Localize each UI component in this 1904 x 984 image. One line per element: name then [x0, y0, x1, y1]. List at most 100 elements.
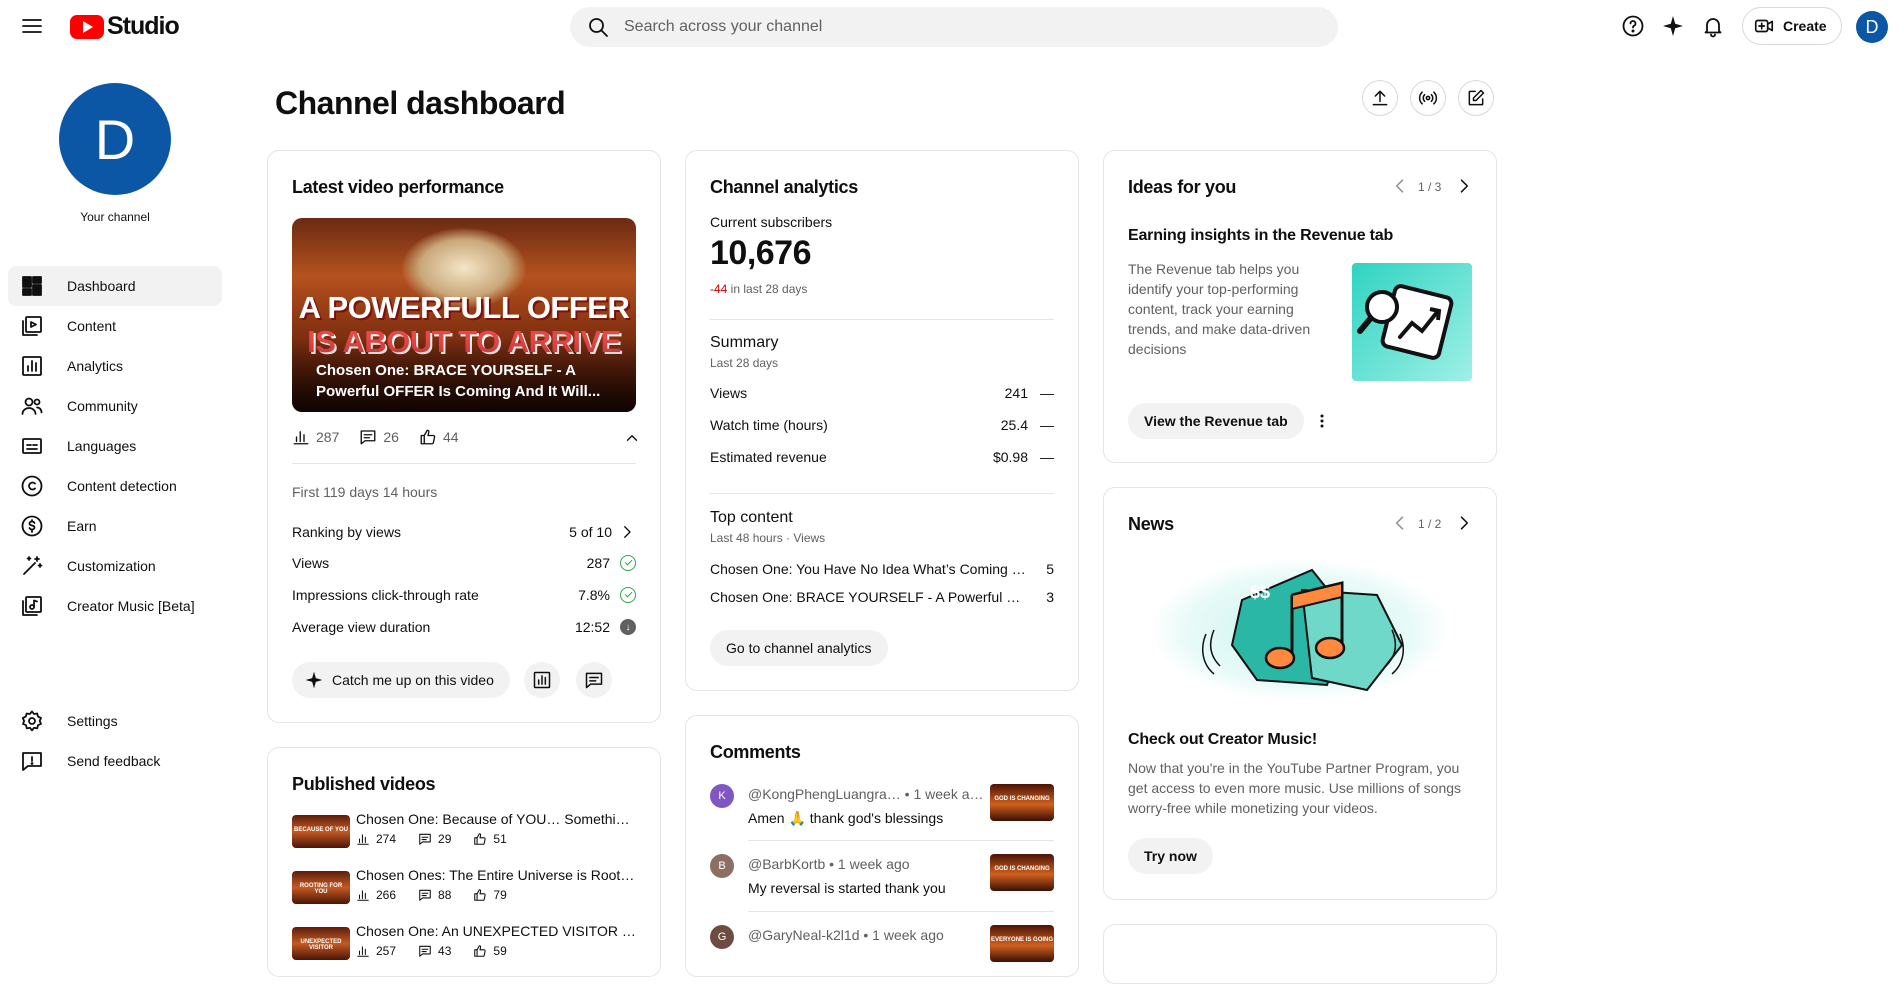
sidebar-item-creator-music[interactable]: Creator Music [Beta] [8, 586, 222, 626]
subscribers-count: 10,676 [710, 234, 812, 272]
ranking-label: Ranking by views [292, 524, 401, 540]
list-item[interactable]: BECAUSE OF YOU Chosen One: Because of YO… [292, 811, 636, 851]
top-content-row[interactable]: Chosen One: BRACE YOURSELF - A Powerful … [710, 589, 1054, 605]
comment-icon [419, 833, 431, 845]
list-item[interactable]: UNEXPECTED VISITOR Chosen One: An UNEXPE… [292, 923, 636, 963]
video-analytics-button[interactable] [524, 662, 560, 698]
go-live-button[interactable] [1410, 80, 1446, 116]
feedback-icon [22, 752, 42, 771]
chevron-left-icon[interactable] [1390, 176, 1412, 198]
comments-stat: 26 [359, 428, 399, 446]
summary-row-revenue: Estimated revenue $0.98 — [710, 449, 1054, 465]
idea-subtitle: Earning insights in the Revenue tab [1128, 227, 1394, 244]
top-content-period: Last 48 hours · Views [710, 531, 826, 545]
help-icon[interactable] [1621, 14, 1647, 40]
comments-count: 29 [438, 832, 452, 846]
studio-logo[interactable]: Studio [70, 12, 180, 41]
likes-stat: 44 [419, 428, 459, 446]
likes-count: 44 [442, 429, 459, 445]
hamburger-menu-icon[interactable] [20, 14, 46, 40]
collapse-chevron-up-icon[interactable] [623, 429, 641, 447]
ideas-pager: 1 / 3 [1418, 180, 1442, 194]
chevron-left-icon[interactable] [1390, 513, 1412, 535]
sidebar-nav: Dashboard Content Analytics Community La… [8, 266, 222, 626]
avd-row: Average view duration 12:52 ↓ [292, 619, 636, 635]
divider [710, 493, 1054, 494]
try-now-button[interactable]: Try now [1128, 838, 1213, 874]
arrow-down-circle-icon: ↓ [620, 619, 636, 635]
upload-button[interactable] [1362, 80, 1398, 116]
search-input[interactable] [624, 18, 1304, 36]
comment-item[interactable]: G @GaryNeal-k2l1d • 1 week ago EVERYONE … [710, 925, 1054, 976]
comment-item[interactable]: B @BarbKortb • 1 week ago My reversal is… [710, 854, 1054, 914]
sidebar-item-customization[interactable]: Customization [8, 546, 222, 586]
catch-me-up-button[interactable]: Catch me up on this video [292, 662, 510, 698]
sidebar-item-content[interactable]: Content [8, 306, 222, 346]
content-icon [22, 316, 42, 336]
top-content-value: 5 [1046, 561, 1054, 577]
views-label: Views [292, 555, 330, 571]
views-stat: 287 [292, 428, 339, 446]
idea-description: The Revenue tab helps you identify your … [1128, 261, 1311, 357]
ideas-card: Ideas for you 1 / 3 Earning insights in … [1103, 150, 1497, 463]
news-subtitle: Check out Creator Music! [1128, 731, 1318, 748]
copyright-icon [21, 475, 43, 497]
sidebar-item-settings[interactable]: Settings [8, 701, 222, 741]
comments-count: 88 [438, 888, 452, 902]
customization-icon [23, 556, 43, 575]
go-to-channel-analytics-button[interactable]: Go to channel analytics [710, 630, 888, 666]
sidebar-item-send-feedback[interactable]: Send feedback [8, 741, 222, 781]
summary-title: Summary [710, 334, 779, 351]
sidebar-item-dashboard[interactable]: Dashboard [8, 266, 222, 306]
thumbs-up-icon [474, 833, 487, 845]
live-broadcast-icon [1418, 91, 1438, 105]
sidebar-item-analytics[interactable]: Analytics [8, 346, 222, 386]
comments-count: 26 [383, 429, 399, 445]
revenue-illustration [1352, 263, 1472, 381]
top-content-row[interactable]: Chosen One: You Have No Idea What’s Comi… [710, 561, 1054, 577]
latest-video-thumbnail[interactable]: A POWERFULL OFFER IS ABOUT TO ARRIVE Cho… [292, 218, 636, 412]
chevron-right-icon [624, 526, 631, 538]
sidebar-bottom-nav: Settings Send feedback [8, 701, 222, 781]
sparkle-icon[interactable] [1661, 14, 1687, 40]
card-title: Latest video performance [292, 177, 504, 197]
sidebar-item-languages[interactable]: Languages [8, 426, 222, 466]
create-post-button[interactable] [1458, 80, 1494, 116]
comment-icon [419, 945, 431, 957]
chevron-right-icon[interactable] [1454, 176, 1476, 198]
sidebar-item-label: Content detection [67, 478, 177, 494]
create-button[interactable]: Create [1742, 7, 1842, 45]
sidebar-item-label: Dashboard [67, 278, 136, 294]
dashboard-icon [22, 276, 42, 296]
video-stats: 266 88 79 [356, 888, 529, 902]
ranking-row[interactable]: Ranking by views 5 of 10 [292, 523, 636, 541]
summary-value: $0.98 [992, 449, 1028, 465]
more-vert-icon[interactable] [1312, 411, 1332, 431]
ctr-row: Impressions click-through rate 7.8% [292, 587, 636, 603]
sidebar-item-earn[interactable]: Earn [8, 506, 222, 546]
divider [748, 911, 1054, 912]
views-value: 287 [586, 555, 610, 571]
channel-avatar[interactable]: D [59, 83, 171, 195]
summary-trend: — [1040, 449, 1054, 465]
comment-item[interactable]: K @KongPhengLuangra… • 1 week a… Amen 🙏 … [710, 784, 1054, 844]
summary-label: Estimated revenue [710, 449, 827, 465]
account-avatar[interactable]: D [1856, 11, 1888, 43]
top-content-title: Top content [710, 509, 793, 526]
video-thumbnail: BECAUSE OF YOU [292, 815, 350, 848]
check-circle-icon [620, 555, 636, 571]
bar-chart-icon [357, 946, 369, 957]
catch-me-up-label: Catch me up on this video [332, 672, 494, 688]
video-title: Chosen One: An UNEXPECTED VISITOR Is … [356, 923, 636, 939]
view-revenue-tab-button[interactable]: View the Revenue tab [1128, 403, 1304, 439]
sidebar-item-content-detection[interactable]: Content detection [8, 466, 222, 506]
list-item[interactable]: ROOTING FOR YOU Chosen Ones: The Entire … [292, 867, 636, 907]
search-bar[interactable] [570, 7, 1338, 47]
sidebar-item-community[interactable]: Community [8, 386, 222, 426]
search-icon[interactable] [586, 15, 610, 39]
chevron-right-icon[interactable] [1454, 513, 1476, 535]
notifications-bell-icon[interactable] [1701, 14, 1727, 40]
comment-author: @BarbKortb • 1 week ago [748, 856, 910, 872]
video-comments-button[interactable] [576, 662, 612, 698]
sidebar-item-label: Send feedback [67, 753, 161, 769]
